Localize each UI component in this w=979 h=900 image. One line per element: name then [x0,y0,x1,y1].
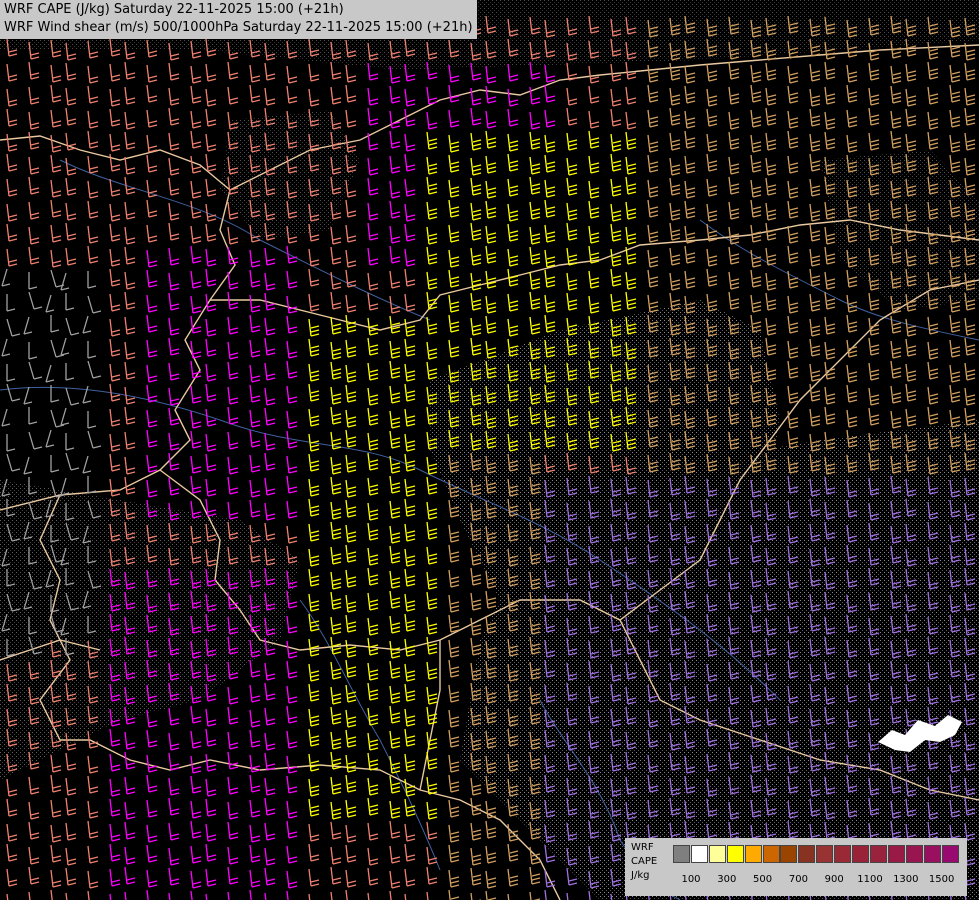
wind-shear-map [0,0,979,900]
